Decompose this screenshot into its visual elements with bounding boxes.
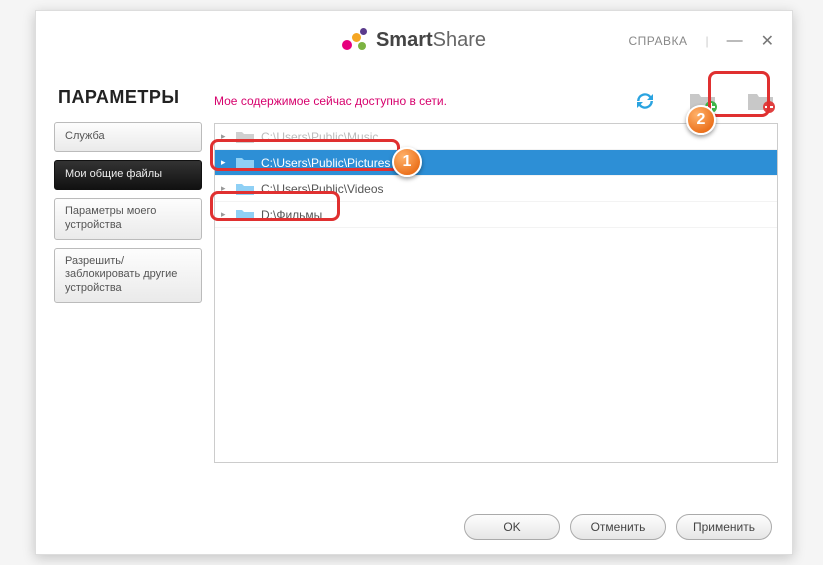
expand-icon[interactable]: ▸ [221,131,229,142]
list-item[interactable]: ▸ C:\Users\Public\Videos [215,176,777,202]
footer: OK Отменить Применить [464,514,772,540]
tab-device-params[interactable]: Параметры моего устройства [54,198,202,240]
apply-button[interactable]: Применить [676,514,772,540]
logo-icon [342,26,370,54]
add-folder-icon [688,89,718,113]
list-item[interactable]: ▸ C:\Users\Public\Pictures [215,150,777,176]
status-text: Мое содержимое сейчас доступно в сети. [214,94,604,108]
main-panel: Мое содержимое сейчас доступно в сети. [214,69,778,489]
add-folder-button[interactable] [686,87,720,115]
close-button[interactable]: ✕ [761,31,774,51]
folder-icon [235,182,255,196]
app-window: SmartShare СПРАВКА | — ✕ ПАРАМЕТРЫ Служб… [35,10,793,555]
brand: SmartShare [342,26,486,54]
folder-path: C:\Users\Public\Videos [261,182,384,196]
folder-list[interactable]: ▸ C:\Users\Public\Music ▸ C:\Users\Publi… [214,123,778,463]
folder-path: D:\Фильмы [261,208,322,222]
list-item[interactable]: ▸ D:\Фильмы [215,202,777,228]
expand-icon[interactable]: ▸ [221,183,229,194]
list-item[interactable]: ▸ C:\Users\Public\Music [215,124,777,150]
window-controls: СПРАВКА | — ✕ [628,31,774,51]
help-link[interactable]: СПРАВКА [628,34,687,48]
sidebar: ПАРАМЕТРЫ Служба Мои общие файлы Парамет… [54,69,214,489]
refresh-button[interactable] [628,87,662,115]
titlebar: SmartShare СПРАВКА | — ✕ [36,11,792,69]
refresh-icon [633,90,657,112]
ok-button[interactable]: OK [464,514,560,540]
folder-path: C:\Users\Public\Music [261,130,378,144]
tab-shared-files[interactable]: Мои общие файлы [54,160,202,190]
folder-icon [235,208,255,222]
remove-folder-button[interactable] [744,87,778,115]
brand-light: Share [433,29,486,51]
brand-bold: Smart [376,29,433,51]
tab-service[interactable]: Служба [54,122,202,152]
tab-allow-block[interactable]: Разрешить/ заблокировать другие устройст… [54,248,202,303]
expand-icon[interactable]: ▸ [221,157,229,168]
page-title: ПАРАМЕТРЫ [58,87,214,108]
minimize-button[interactable]: — [727,32,743,50]
folder-icon [235,130,255,144]
folder-path: C:\Users\Public\Pictures [261,156,390,170]
folder-icon [235,156,255,170]
cancel-button[interactable]: Отменить [570,514,666,540]
remove-folder-icon [746,89,776,113]
expand-icon[interactable]: ▸ [221,209,229,220]
